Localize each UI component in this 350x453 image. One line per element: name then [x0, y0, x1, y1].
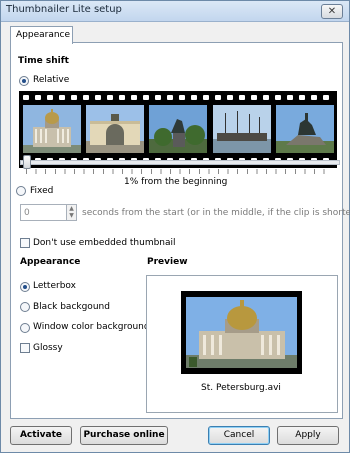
time-shift-slider-track[interactable] [20, 160, 340, 165]
relative-label[interactable]: Relative [33, 75, 69, 85]
embedded-thumbnail-label[interactable]: Don't use embedded thumbnail [33, 238, 176, 248]
preview-thumbnail [181, 291, 302, 374]
preview-heading: Preview [147, 257, 188, 267]
spinner-down-icon[interactable]: ▼ [68, 213, 75, 219]
film-frame-horseman [276, 105, 334, 153]
tab-appearance[interactable]: Appearance [10, 26, 73, 44]
preview-box: St. Petersburg.avi [146, 275, 338, 413]
fixed-suffix: seconds from the start (or in the middle… [82, 208, 350, 218]
fixed-seconds-value: 0 [24, 208, 30, 218]
preview-caption: St. Petersburg.avi [201, 383, 281, 393]
setup-window: Thumbnailer Lite setup ✕ Appearance Time… [0, 0, 350, 453]
film-frame-monument [149, 105, 207, 153]
tab-panel: Time shift Relative 1% from the beginnin… [10, 42, 350, 419]
purchase-online-button[interactable]: Purchase online [80, 426, 168, 445]
fixed-seconds-spinner[interactable]: ▲ ▼ [66, 204, 77, 221]
window-color-background-label[interactable]: Window color background [33, 322, 150, 332]
fixed-radio[interactable] [16, 186, 26, 196]
appearance-heading: Appearance [20, 257, 81, 267]
time-shift-heading: Time shift [18, 56, 69, 66]
window-color-background-radio[interactable] [20, 323, 30, 333]
film-frame-cathedral [23, 105, 81, 153]
cancel-button[interactable]: Cancel [208, 426, 270, 445]
apply-button[interactable]: Apply [277, 426, 339, 445]
glossy-label[interactable]: Glossy [33, 343, 63, 353]
time-shift-slider-thumb[interactable] [23, 155, 32, 169]
relative-radio[interactable] [19, 76, 29, 86]
film-frame-ships [213, 105, 271, 153]
fixed-label[interactable]: Fixed [30, 186, 53, 196]
title-bar[interactable]: Thumbnailer Lite setup ✕ [1, 1, 349, 22]
slider-ticks [26, 169, 332, 174]
window-title: Thumbnailer Lite setup [6, 4, 122, 15]
filmstrip [19, 91, 337, 168]
glossy-checkbox[interactable] [20, 343, 30, 353]
film-frame-arch [86, 105, 144, 153]
position-text: 1% from the beginning [124, 177, 228, 187]
black-background-label[interactable]: Black backgound [33, 302, 110, 312]
black-background-radio[interactable] [20, 302, 30, 312]
embedded-thumbnail-checkbox[interactable] [20, 238, 30, 248]
letterbox-radio[interactable] [20, 282, 30, 292]
close-button[interactable]: ✕ [321, 4, 343, 19]
tab-appearance-label: Appearance [16, 30, 71, 40]
activate-button[interactable]: Activate [10, 426, 72, 445]
letterbox-label[interactable]: Letterbox [33, 281, 76, 291]
